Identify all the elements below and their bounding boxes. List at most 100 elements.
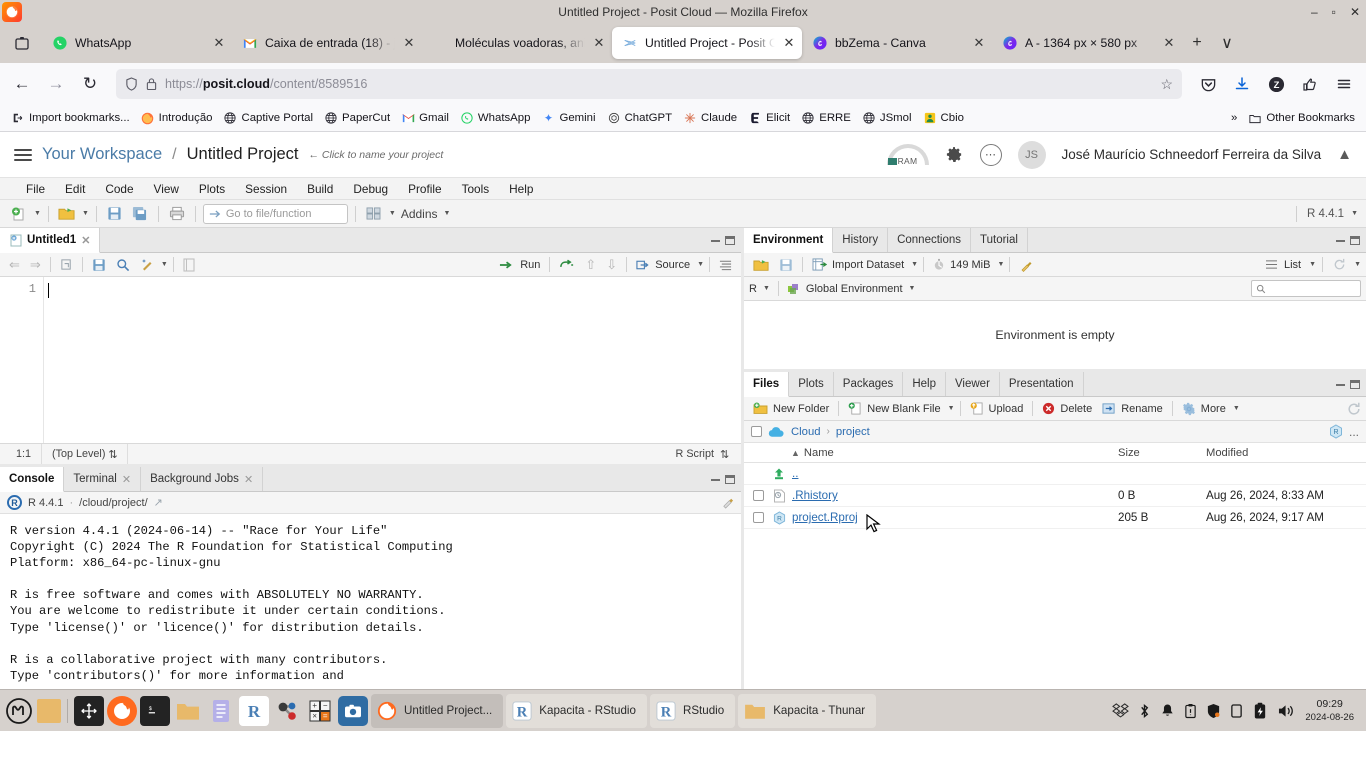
list-all-tabs-icon[interactable] [8,29,36,57]
rerun-icon[interactable] [555,258,579,272]
source-forward-icon[interactable]: ⇒ [26,256,45,274]
source-dropdown-icon[interactable]: ▼ [697,261,704,268]
bookmark-elicit[interactable]: Elicit [743,108,795,128]
shield-icon[interactable] [125,77,138,91]
user-name[interactable]: José Maurício Schneedorf Ferreira da Sil… [1062,147,1322,162]
bookmark-jsmol[interactable]: JSmol [857,108,917,128]
more-button[interactable]: More [1178,401,1230,417]
bookmark-captive-portal[interactable]: Captive Portal [218,108,318,128]
editor-code-area[interactable] [44,277,741,443]
battery-icon[interactable] [1252,702,1268,720]
import-dataset-button[interactable]: Import Dataset [808,257,908,272]
language-selector[interactable]: R [749,283,757,295]
print-icon[interactable] [166,203,188,225]
refresh-dropdown-icon[interactable]: ▼ [1354,261,1361,268]
maximize-pane-icon[interactable] [725,474,735,484]
row-checkbox[interactable] [744,490,766,501]
workspace-link[interactable]: Your Workspace [42,145,162,164]
display-icon[interactable] [1230,703,1243,719]
run-button[interactable]: Run [495,258,544,272]
linux-mint-menu-icon[interactable] [4,696,34,726]
r-version-selector[interactable]: R 4.4.1 [1307,208,1344,220]
code-tools-icon[interactable] [136,257,158,273]
workspace-switcher-icon[interactable] [74,695,104,726]
bookmark-star-icon[interactable]: ☆ [1160,76,1173,93]
browser-tab[interactable]: Caixa de entrada (18) - jos ✕ [232,27,422,59]
menu-debug[interactable]: Debug [343,180,398,198]
minimize-button[interactable]: – [1311,6,1318,18]
search-icon[interactable] [112,257,134,273]
bookmark-cbio[interactable]: Cbio [918,108,969,128]
tab-help[interactable]: Help [903,372,946,396]
table-row[interactable]: .Rhistory 0 B Aug 26, 2024, 8:33 AM [744,485,1366,507]
taskbar-window-firefox[interactable]: Untitled Project... [371,693,504,728]
source-tab-untitled1[interactable]: R Untitled1 ✕ [0,228,101,253]
console-output[interactable]: R version 4.4.1 (2024-06-14) -- "Race fo… [0,514,741,689]
text-editor-icon[interactable] [206,696,236,726]
update-shield-icon[interactable] [1206,703,1221,719]
view-mode-dropdown-icon[interactable]: ▼ [1309,261,1316,268]
tab-close-icon[interactable]: ✕ [1162,35,1176,51]
tab-tutorial[interactable]: Tutorial [971,228,1028,252]
row-checkbox[interactable] [744,512,766,523]
rstudio-icon[interactable]: R [239,695,269,726]
extension-icon[interactable] [1294,68,1326,100]
bookmark-whatsapp[interactable]: WhatsApp [455,108,536,128]
file-name[interactable]: .Rhistory [792,489,1118,502]
bookmark-gemini[interactable]: Gemini [536,108,600,128]
maximize-pane-icon[interactable] [1350,379,1360,389]
new-blank-file-button[interactable]: New Blank File [844,401,944,416]
menu-view[interactable]: View [144,180,189,198]
open-folder-icon[interactable] [749,257,773,273]
bookmark-gmail[interactable]: Gmail [396,108,454,128]
menu-edit[interactable]: Edit [55,180,95,198]
tab-close-icon[interactable]: ✕ [592,35,606,51]
clear-console-icon[interactable] [721,496,734,509]
project-title[interactable]: Untitled Project [187,145,299,164]
close-icon[interactable]: ✕ [81,234,90,247]
notifications-icon[interactable] [1160,703,1175,719]
tab-close-icon[interactable]: ✕ [212,35,226,51]
menu-tools[interactable]: Tools [452,180,500,198]
tab-background-jobs[interactable]: Background Jobs ✕ [141,467,264,491]
close-icon[interactable]: ✕ [122,473,131,486]
menu-file[interactable]: File [16,180,55,198]
browser-tab[interactable]: A - 1364 px × 580 px ✕ [992,27,1182,59]
hamburger-icon[interactable] [14,148,32,161]
other-bookmarks-folder[interactable]: Other Bookmarks [1243,108,1360,128]
chevron-up-icon[interactable]: ▲ [1337,146,1352,163]
ram-gauge[interactable]: RAM [886,143,929,166]
new-folder-button[interactable]: New Folder [749,401,833,416]
tab-presentation[interactable]: Presentation [1000,372,1084,396]
bookmarks-overflow-button[interactable]: » [1226,109,1242,127]
forward-button[interactable]: → [40,68,72,100]
memory-usage-button[interactable]: 149 MiB [929,257,994,272]
source-back-icon[interactable]: ⇐ [5,256,24,274]
show-desktop-icon[interactable] [37,698,61,723]
taskbar-window-thunar[interactable]: Kapacita - Thunar [738,693,877,728]
maximize-pane-icon[interactable] [1350,235,1360,245]
new-file-dropdown-icon[interactable]: ▼ [34,210,41,217]
molecule-viewer-icon[interactable] [272,696,302,726]
tab-terminal[interactable]: Terminal ✕ [64,467,142,491]
minimize-pane-icon[interactable] [1336,239,1345,242]
rename-button[interactable]: Rename [1098,401,1167,416]
close-button[interactable]: ✕ [1350,6,1360,18]
menu-help[interactable]: Help [499,180,543,198]
dropbox-icon[interactable] [1112,703,1130,718]
pocket-icon[interactable] [1192,68,1224,100]
breadcrumb-cloud[interactable]: Cloud [791,426,821,438]
app-menu-icon[interactable] [1328,68,1360,100]
menu-profile[interactable]: Profile [398,180,451,198]
select-all-checkbox[interactable] [751,426,762,437]
tab-packages[interactable]: Packages [834,372,904,396]
code-tools-dropdown-icon[interactable]: ▼ [161,261,168,268]
browser-tab-active[interactable]: Untitled Project - Posit Cl ✕ [612,27,802,59]
menu-build[interactable]: Build [297,180,343,198]
firefox-icon[interactable] [107,695,137,726]
menu-code[interactable]: Code [95,180,143,198]
clock[interactable]: 09:29 2024-08-26 [1305,698,1354,724]
avatar[interactable]: JS [1017,140,1046,169]
environment-search-input[interactable] [1251,280,1361,297]
tab-viewer[interactable]: Viewer [946,372,1000,396]
